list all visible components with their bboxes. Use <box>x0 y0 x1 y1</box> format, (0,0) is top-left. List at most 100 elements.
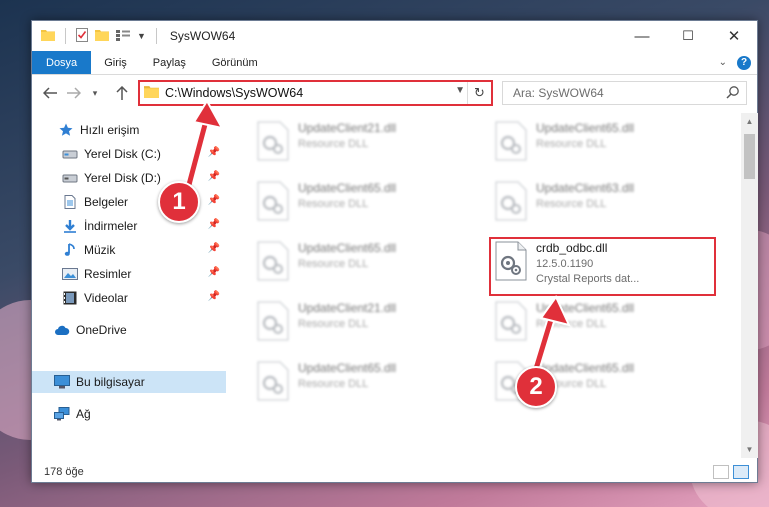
sidebar-item-label: OneDrive <box>76 323 127 337</box>
step-2-badge: 2 <box>515 366 557 408</box>
up-button[interactable] <box>112 83 132 103</box>
sidebar-item-label: Hızlı erişim <box>80 123 140 137</box>
tiles-view-button[interactable] <box>733 465 749 479</box>
maximize-button[interactable]: ☐ <box>665 21 711 51</box>
sidebar-item-network[interactable]: Ağ <box>32 403 226 425</box>
file-description: Resource DLL <box>298 138 369 150</box>
list-item[interactable]: UpdateClient65.dll Resource DLL <box>248 239 473 289</box>
refresh-button[interactable]: ↻ <box>467 82 491 104</box>
pin-icon[interactable]: 📌 <box>208 243 220 254</box>
network-icon <box>54 406 70 422</box>
pin-icon[interactable]: 📌 <box>208 267 220 278</box>
sidebar-item-label: Yerel Disk (D:) <box>84 171 161 185</box>
list-item[interactable]: UpdateClient63.dll Resource DLL <box>486 179 711 229</box>
sidebar-item-label: Yerel Disk (C:) <box>84 147 161 161</box>
file-list: UpdateClient21.dll Resource DLL UpdateCl… <box>226 113 741 458</box>
computer-icon <box>54 374 70 390</box>
list-item[interactable]: UpdateClient65.dll Resource DLL <box>486 299 711 349</box>
scroll-up-button[interactable]: ▲ <box>741 113 758 130</box>
list-item[interactable]: UpdateClient21.dll Resource DLL <box>248 119 473 169</box>
folder-icon <box>41 29 55 44</box>
sidebar-item-this-pc[interactable]: Bu bilgisayar <box>32 371 226 393</box>
file-description: Resource DLL <box>298 318 369 330</box>
music-icon <box>62 242 78 258</box>
minimize-button[interactable]: — <box>619 21 665 51</box>
sidebar-item-label: Belgeler <box>84 195 129 209</box>
sidebar-item-label: Videolar <box>84 291 128 305</box>
scroll-down-button[interactable]: ▼ <box>741 441 758 458</box>
sidebar-item-muzik[interactable]: Müzik 📌 <box>32 239 226 261</box>
search-input[interactable]: Ara: SysWOW64 <box>502 81 747 105</box>
file-description: Resource DLL <box>298 378 369 390</box>
list-item[interactable]: UpdateClient65.dll Resource DLL <box>248 359 473 409</box>
help-button[interactable]: ? <box>737 55 751 70</box>
search-icon[interactable] <box>726 85 740 102</box>
sidebar-item-onedrive[interactable]: OneDrive <box>32 319 226 341</box>
address-bar[interactable]: C:\Windows\SysWOW64 ▼ ↻ <box>138 80 493 106</box>
file-description: Resource DLL <box>536 318 607 330</box>
document-icon <box>62 194 78 210</box>
sidebar-item-indirmeler[interactable]: İndirmeler 📌 <box>32 215 226 237</box>
tab-giris[interactable]: Giriş <box>91 51 140 74</box>
arrow-up-icon <box>116 86 128 100</box>
scroll-thumb[interactable] <box>744 134 755 179</box>
properties-icon[interactable] <box>76 27 88 45</box>
video-icon <box>62 290 78 306</box>
sidebar-item-label: Resimler <box>84 267 132 281</box>
cloud-icon <box>54 322 70 338</box>
sidebar-item-disk-c[interactable]: Yerel Disk (C:) 📌 <box>32 143 226 165</box>
folder-icon <box>144 85 159 101</box>
sidebar-item-label: Ağ <box>76 407 91 421</box>
back-button[interactable] <box>40 83 60 103</box>
pin-icon[interactable]: 📌 <box>208 195 220 206</box>
details-view-button[interactable] <box>713 465 729 479</box>
tab-gorunum[interactable]: Görünüm <box>199 51 271 74</box>
vertical-scrollbar[interactable]: ▲ ▼ <box>741 113 758 458</box>
address-path[interactable]: C:\Windows\SysWOW64 <box>165 86 303 100</box>
customize-dropdown-icon[interactable]: ▼ <box>137 31 146 41</box>
dll-file-icon <box>256 241 290 281</box>
list-item[interactable]: UpdateClient65.dll Resource DLL <box>486 119 711 169</box>
status-bar: 178 öğe <box>32 461 757 483</box>
tab-paylas[interactable]: Paylaş <box>140 51 199 74</box>
recent-locations-button[interactable]: ▾ <box>88 83 102 103</box>
file-description: Resource DLL <box>298 198 369 210</box>
tab-dosya[interactable]: Dosya <box>32 51 92 74</box>
list-item[interactable]: UpdateClient65.dll Resource DLL <box>248 179 473 229</box>
pictures-icon <box>62 266 78 282</box>
file-name: UpdateClient63.dll <box>536 181 635 195</box>
item-count: 178 öğe <box>44 466 84 478</box>
sidebar-item-quick-access[interactable]: Hızlı erişim <box>32 119 226 141</box>
close-button[interactable]: ✕ <box>711 21 757 51</box>
drive-icon <box>62 146 78 162</box>
pin-icon[interactable]: 📌 <box>208 219 220 230</box>
window-title: SysWOW64 <box>169 29 236 43</box>
pin-icon[interactable]: 📌 <box>208 147 220 158</box>
file-name: UpdateClient65.dll <box>298 181 397 195</box>
view-options-icon[interactable] <box>116 29 130 44</box>
file-name: UpdateClient65.dll <box>298 241 397 255</box>
dll-file-icon <box>494 181 528 221</box>
sidebar-item-videolar[interactable]: Videolar 📌 <box>32 287 226 309</box>
pin-icon[interactable]: 📌 <box>208 291 220 302</box>
ribbon-right: ⌄ ? <box>719 51 757 74</box>
address-dropdown-icon[interactable]: ▼ <box>455 85 465 96</box>
file-description: Resource DLL <box>298 258 369 270</box>
dll-file-icon <box>256 181 290 221</box>
search-placeholder: Ara: SysWOW64 <box>513 86 604 100</box>
sidebar-item-disk-d[interactable]: Yerel Disk (D:) 📌 <box>32 167 226 189</box>
arrow-right-icon <box>67 87 81 99</box>
new-folder-icon[interactable] <box>95 29 109 44</box>
pin-icon[interactable]: 📌 <box>208 171 220 182</box>
file-description: Resource DLL <box>536 198 607 210</box>
forward-button[interactable] <box>64 83 84 103</box>
sidebar-item-label: Müzik <box>84 243 116 257</box>
download-icon <box>62 218 78 234</box>
address-row: ▾ C:\Windows\SysWOW64 ▼ ↻ Ara: SysWOW64 <box>32 79 757 109</box>
dll-file-icon <box>256 121 290 161</box>
crdb-odbc-highlight <box>489 237 716 296</box>
expand-ribbon-icon[interactable]: ⌄ <box>719 57 727 68</box>
sidebar-item-resimler[interactable]: Resimler 📌 <box>32 263 226 285</box>
list-item[interactable]: UpdateClient21.dll Resource DLL <box>248 299 473 349</box>
quick-access-toolbar: ▼ <box>41 27 160 45</box>
